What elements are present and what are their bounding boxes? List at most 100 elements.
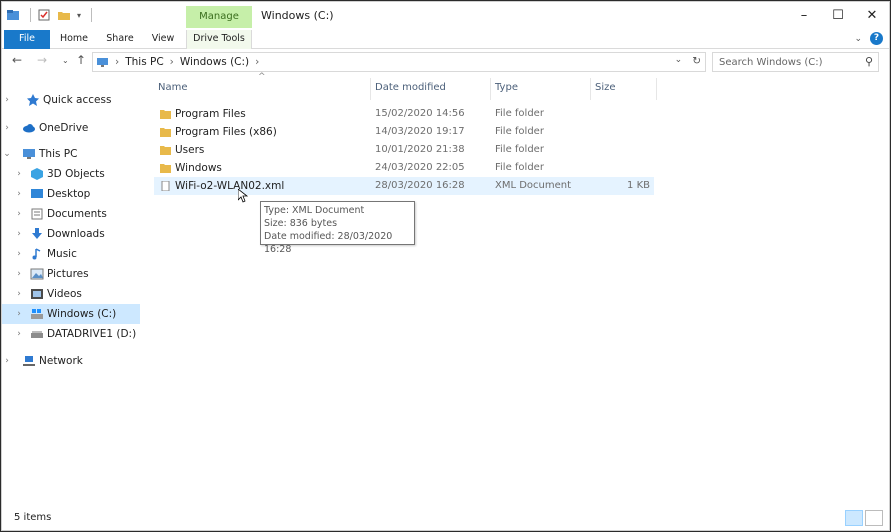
toolbar-divider: [30, 8, 31, 22]
nav-item-quick-access[interactable]: › Quick access: [2, 90, 140, 110]
expand-chevron-icon[interactable]: ›: [2, 95, 12, 105]
file-row[interactable]: Program Files 15/02/2020 14:56 File fold…: [154, 105, 654, 123]
column-divider[interactable]: [490, 78, 491, 100]
nav-label: OneDrive: [39, 122, 89, 134]
manage-contextual-tab[interactable]: Manage: [186, 6, 252, 28]
recent-locations-chevron-icon[interactable]: ⌄: [62, 56, 69, 65]
address-history-chevron-icon[interactable]: ⌄: [675, 55, 683, 67]
expand-chevron-icon[interactable]: ›: [14, 289, 24, 299]
nav-label: 3D Objects: [47, 168, 105, 180]
forward-arrow-icon[interactable]: →: [37, 53, 47, 67]
breadcrumb-windows-c[interactable]: Windows (C:): [180, 56, 249, 68]
file-size: 1 KB: [627, 180, 650, 191]
file-row[interactable]: Users 10/01/2020 21:38 File folder: [154, 141, 654, 159]
expand-chevron-icon[interactable]: ›: [14, 189, 24, 199]
new-folder-icon[interactable]: [57, 8, 71, 22]
address-bar[interactable]: › This PC › Windows (C:) › ⌄ ↻: [92, 52, 706, 72]
mouse-pointer-icon: [238, 189, 248, 203]
nav-item-documents[interactable]: › Documents: [2, 204, 140, 224]
music-note-icon: [32, 248, 41, 260]
close-button[interactable]: ✕: [855, 2, 889, 30]
column-header-size[interactable]: Size: [595, 78, 616, 98]
expand-chevron-icon[interactable]: ›: [14, 249, 24, 259]
nav-item-onedrive[interactable]: › OneDrive: [2, 118, 140, 138]
film-icon: [31, 289, 43, 299]
nav-item-network[interactable]: › Network: [2, 351, 140, 371]
expand-chevron-icon[interactable]: ›: [14, 269, 24, 279]
help-icon[interactable]: ?: [870, 32, 883, 45]
file-date: 28/03/2020 16:28: [375, 180, 465, 191]
title-bar: ▾ Manage Windows (C:) – ☐ ✕: [2, 2, 889, 30]
nav-label: Documents: [47, 208, 107, 220]
tab-home[interactable]: Home: [58, 30, 90, 49]
nav-item-3d-objects[interactable]: › 3D Objects: [2, 164, 140, 184]
file-row[interactable]: Program Files (x86) 14/03/2020 19:17 Fil…: [154, 123, 654, 141]
column-divider[interactable]: [656, 78, 657, 100]
file-row[interactable]: Windows 24/03/2020 22:05 File folder: [154, 159, 654, 177]
tab-share[interactable]: Share: [104, 30, 136, 49]
nav-label: This PC: [39, 148, 78, 160]
nav-label: DATADRIVE1 (D:): [47, 328, 137, 340]
nav-item-pictures[interactable]: › Pictures: [2, 264, 140, 284]
star-icon: [27, 94, 39, 106]
tab-drive-tools[interactable]: Drive Tools: [186, 30, 252, 49]
nav-item-downloads[interactable]: › Downloads: [2, 224, 140, 244]
search-icon: ⚲: [864, 55, 873, 68]
maximize-button[interactable]: ☐: [821, 2, 855, 30]
nav-label: Windows (C:): [47, 308, 117, 320]
back-arrow-icon[interactable]: ←: [12, 53, 22, 67]
file-list: ^ Name Date modified Type Size Program F…: [154, 72, 658, 198]
expand-ribbon-icon[interactable]: ⌄: [854, 34, 862, 44]
large-icons-view-icon[interactable]: [865, 510, 883, 526]
breadcrumb-separator-icon: ›: [115, 56, 120, 68]
expand-chevron-icon[interactable]: ›: [2, 356, 12, 366]
minimize-button[interactable]: –: [787, 2, 821, 30]
file-type: File folder: [495, 126, 544, 137]
expand-chevron-icon[interactable]: ›: [14, 169, 24, 179]
tab-file[interactable]: File: [4, 30, 50, 49]
pictures-icon: [30, 268, 44, 280]
refresh-icon[interactable]: ↻: [692, 55, 701, 67]
status-bar: 5 items: [2, 508, 889, 530]
drive-icon: [31, 331, 43, 338]
customize-toolbar-dropdown-icon[interactable]: ▾: [77, 11, 81, 20]
ribbon-tabs: File Home Share View Drive Tools ⌄ ?: [2, 30, 889, 49]
expand-chevron-icon[interactable]: ›: [2, 123, 12, 133]
quick-access-toolbar: ▾: [6, 8, 93, 22]
column-divider[interactable]: [370, 78, 371, 100]
nav-label: Quick access: [43, 94, 112, 106]
up-arrow-icon[interactable]: ↑: [76, 53, 86, 67]
nav-item-this-pc[interactable]: ⌄ This PC: [2, 144, 140, 164]
expand-chevron-icon[interactable]: ›: [14, 309, 24, 319]
toolbar-divider: [91, 8, 93, 22]
search-placeholder: Search Windows (C:): [719, 56, 823, 68]
column-header-date-modified[interactable]: Date modified: [375, 78, 446, 98]
column-header-name[interactable]: Name: [158, 78, 188, 98]
nav-item-music[interactable]: › Music: [2, 244, 140, 264]
collapse-chevron-icon[interactable]: ⌄: [2, 149, 12, 159]
view-toggle: [845, 510, 883, 526]
expand-chevron-icon[interactable]: ›: [14, 329, 24, 339]
nav-item-desktop[interactable]: › Desktop: [2, 184, 140, 204]
documents-icon: [31, 208, 43, 220]
file-row[interactable]: WiFi-o2-WLAN02.xml 28/03/2020 16:28 XML …: [154, 177, 654, 195]
download-arrow-icon: [32, 228, 42, 239]
column-divider[interactable]: [590, 78, 591, 100]
file-date: 14/03/2020 19:17: [375, 126, 465, 137]
expand-chevron-icon[interactable]: ›: [14, 229, 24, 239]
column-header-type[interactable]: Type: [495, 78, 518, 98]
computer-icon: [23, 149, 35, 159]
tab-view[interactable]: View: [148, 30, 178, 49]
nav-item-datadrive1-d[interactable]: › DATADRIVE1 (D:): [2, 324, 140, 344]
nav-item-windows-c[interactable]: › Windows (C:): [2, 304, 140, 324]
explorer-icon[interactable]: [6, 8, 20, 22]
search-input[interactable]: Search Windows (C:) ⚲: [712, 52, 879, 72]
properties-icon[interactable]: [37, 8, 51, 22]
navigation-pane: › Quick access › OneDrive ⌄ This PC › 3D…: [2, 90, 140, 510]
breadcrumb-this-pc[interactable]: This PC: [125, 56, 163, 68]
expand-chevron-icon[interactable]: ›: [14, 209, 24, 219]
tooltip-type: Type: XML Document: [264, 205, 365, 216]
details-view-icon[interactable]: [845, 510, 863, 526]
nav-item-videos[interactable]: › Videos: [2, 284, 140, 304]
nav-label: Desktop: [47, 188, 91, 200]
